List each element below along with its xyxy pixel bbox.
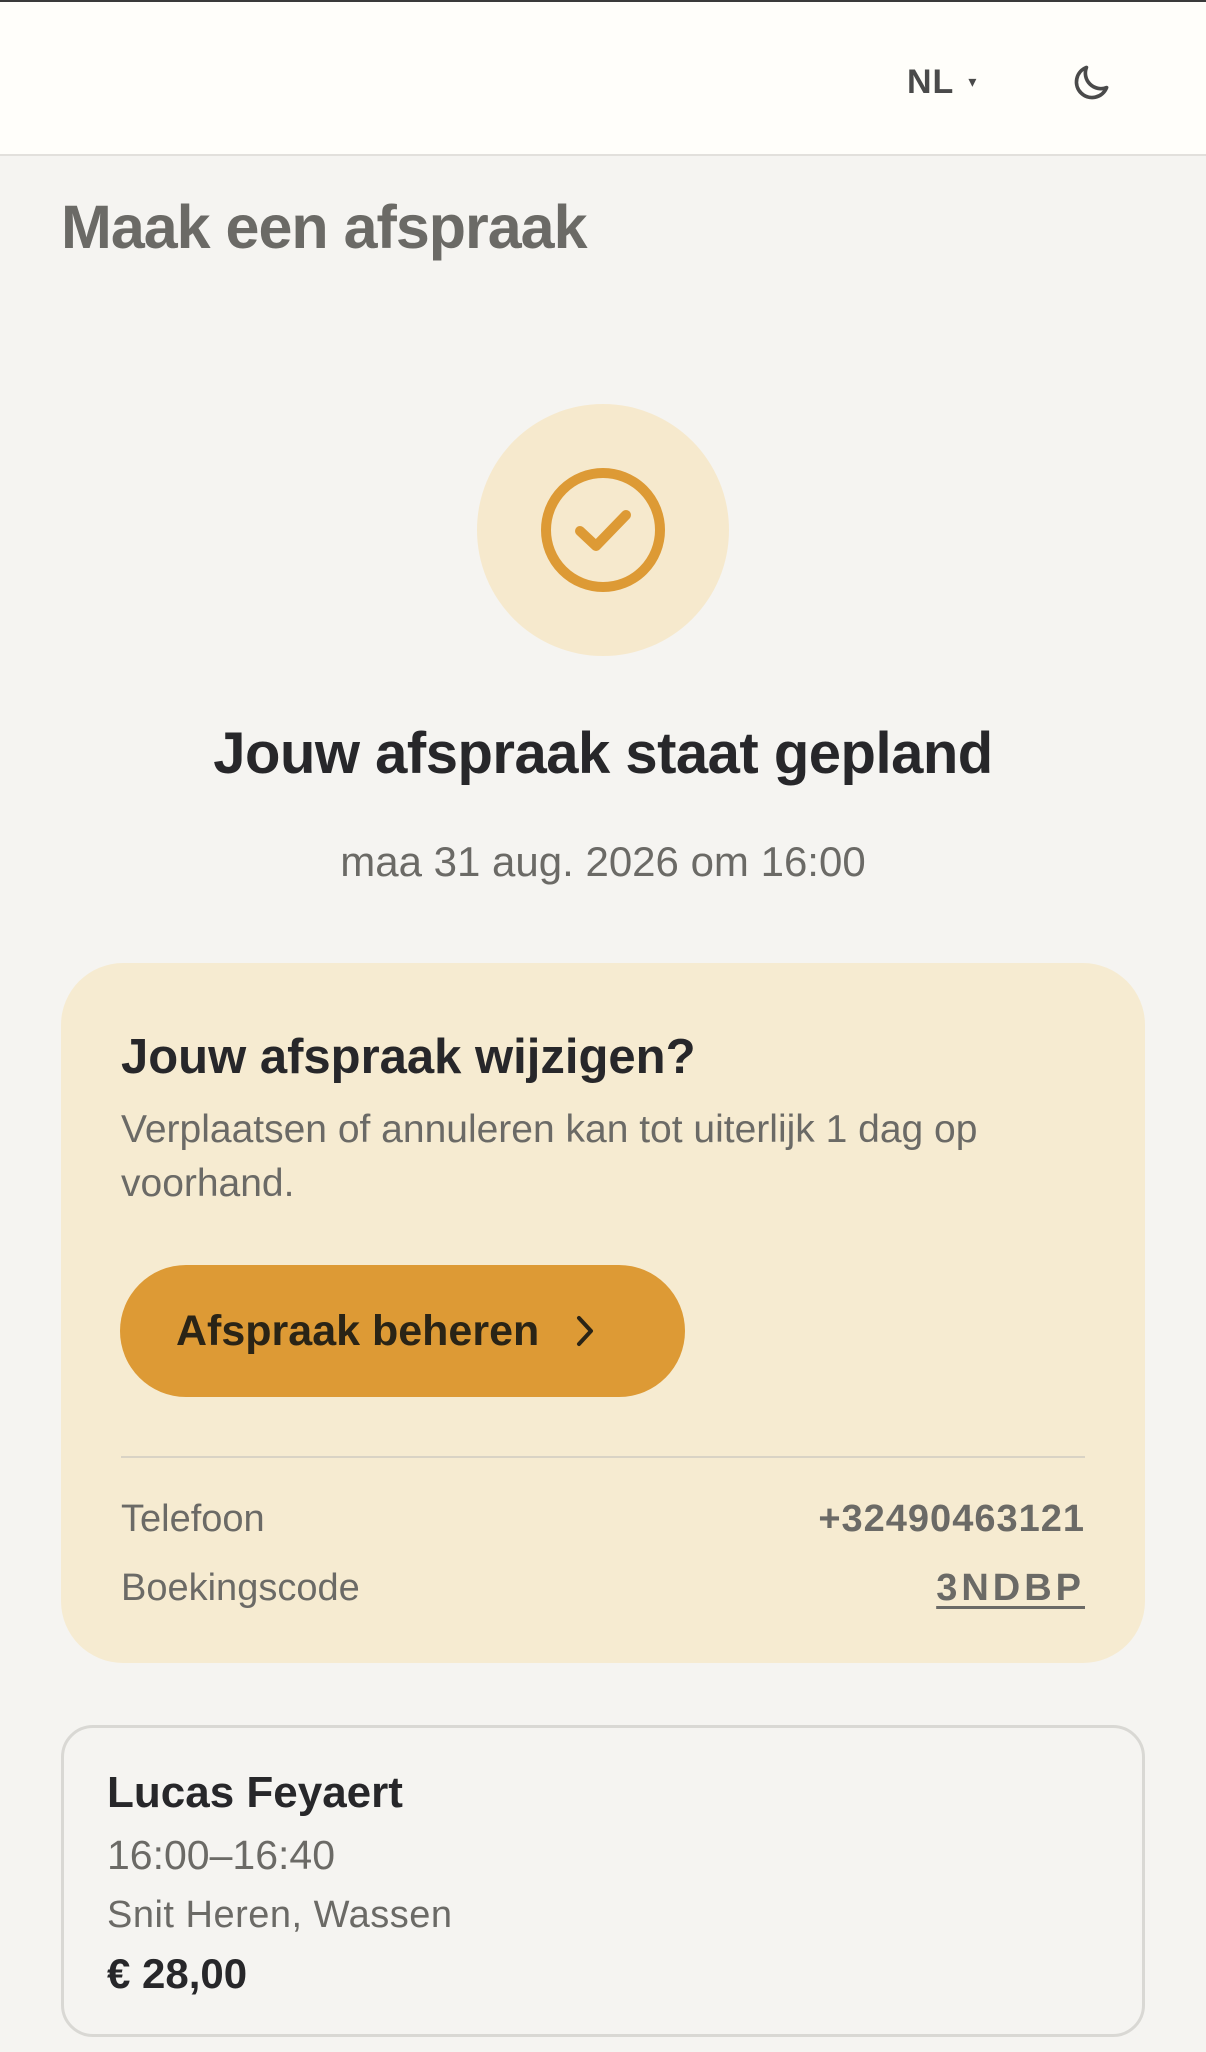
language-label: NL — [907, 62, 955, 101]
manage-description: Verplaatsen of annuleren kan tot uiterli… — [121, 1108, 978, 1205]
caret-down-icon: ▾ — [968, 74, 977, 91]
booking-code-link[interactable]: 3NDBP — [936, 1567, 1085, 1610]
top-bar: NL ▾ — [0, 0, 1206, 156]
manage-button-label: Afspraak beheren — [176, 1306, 540, 1355]
staff-name: Lucas Feyaert — [107, 1768, 403, 1817]
phone-label: Telefoon — [121, 1497, 265, 1540]
success-badge — [477, 404, 729, 656]
chevron-right-icon — [571, 1313, 599, 1349]
confirmation-heading: Jouw afspraak staat gepland — [213, 721, 993, 786]
appointment-summary-card: Lucas Feyaert 16:00–16:40 Snit Heren, Wa… — [61, 1725, 1145, 2037]
phone-row: Telefoon +32490463121 — [121, 1494, 1085, 1544]
appointment-services: Snit Heren, Wassen — [107, 1894, 453, 1936]
booking-code-row: Boekingscode 3NDBP — [121, 1563, 1085, 1613]
appointment-time: 16:00–16:40 — [107, 1832, 336, 1878]
theme-toggle-button[interactable] — [1066, 58, 1116, 108]
language-selector[interactable]: NL ▾ — [907, 58, 976, 106]
moon-icon — [1074, 65, 1109, 100]
manage-appointment-button[interactable]: Afspraak beheren — [120, 1265, 685, 1397]
appointment-price: € 28,00 — [107, 1950, 248, 1997]
manage-title: Jouw afspraak wijzigen? — [121, 1030, 696, 1084]
manage-appointment-card: Jouw afspraak wijzigen? Verplaatsen of a… — [61, 963, 1145, 1663]
phone-value: +32490463121 — [818, 1497, 1085, 1540]
check-circle-icon — [541, 468, 665, 592]
booking-code-label: Boekingscode — [121, 1566, 360, 1609]
appointment-datetime: maa 31 aug. 2026 om 16:00 — [340, 838, 866, 885]
divider — [121, 1456, 1085, 1458]
page-title: Maak een afspraak — [61, 193, 588, 261]
